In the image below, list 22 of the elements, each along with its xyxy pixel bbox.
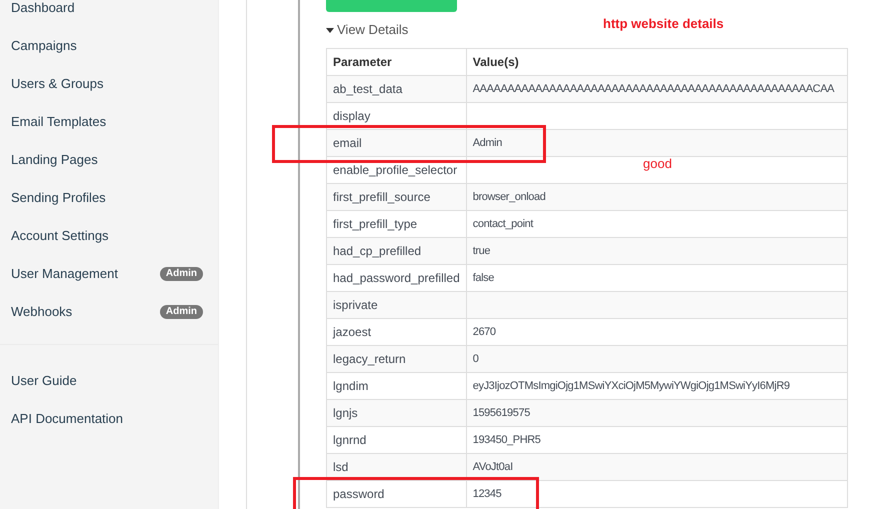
caret-down-icon (326, 28, 334, 32)
sidebar-item[interactable]: Email Templates (0, 103, 218, 141)
annotation-note: http website details (603, 15, 724, 33)
sidebar-item[interactable]: User Management Admin (0, 255, 218, 293)
cut-off-button[interactable] (326, 0, 457, 12)
sidebar-item[interactable]: Users & Groups (0, 65, 218, 103)
view-details-toggle[interactable]: View Details (326, 22, 408, 38)
sidebar-item[interactable]: Dashboard (0, 0, 218, 27)
column-header: Value(s) (466, 48, 848, 76)
sidebar-link[interactable]: API Documentation (0, 400, 218, 438)
sidebar-item[interactable]: Account Settings (0, 217, 218, 255)
table-cell: 12345 (466, 480, 848, 508)
sidebar-item[interactable]: Landing Pages (0, 141, 218, 179)
column-header: Parameter (326, 48, 466, 76)
table-cell: password (326, 480, 466, 508)
sidebar-item[interactable]: Sending Profiles (0, 179, 218, 217)
admin-badge: Admin (160, 267, 203, 281)
admin-badge: Admin (160, 305, 203, 319)
annotation-note: good (643, 155, 672, 173)
sidebar-item[interactable]: Campaigns (0, 27, 218, 65)
sidebar-item[interactable]: Webhooks Admin (0, 293, 218, 331)
sidebar-link[interactable]: User Guide (0, 362, 218, 400)
